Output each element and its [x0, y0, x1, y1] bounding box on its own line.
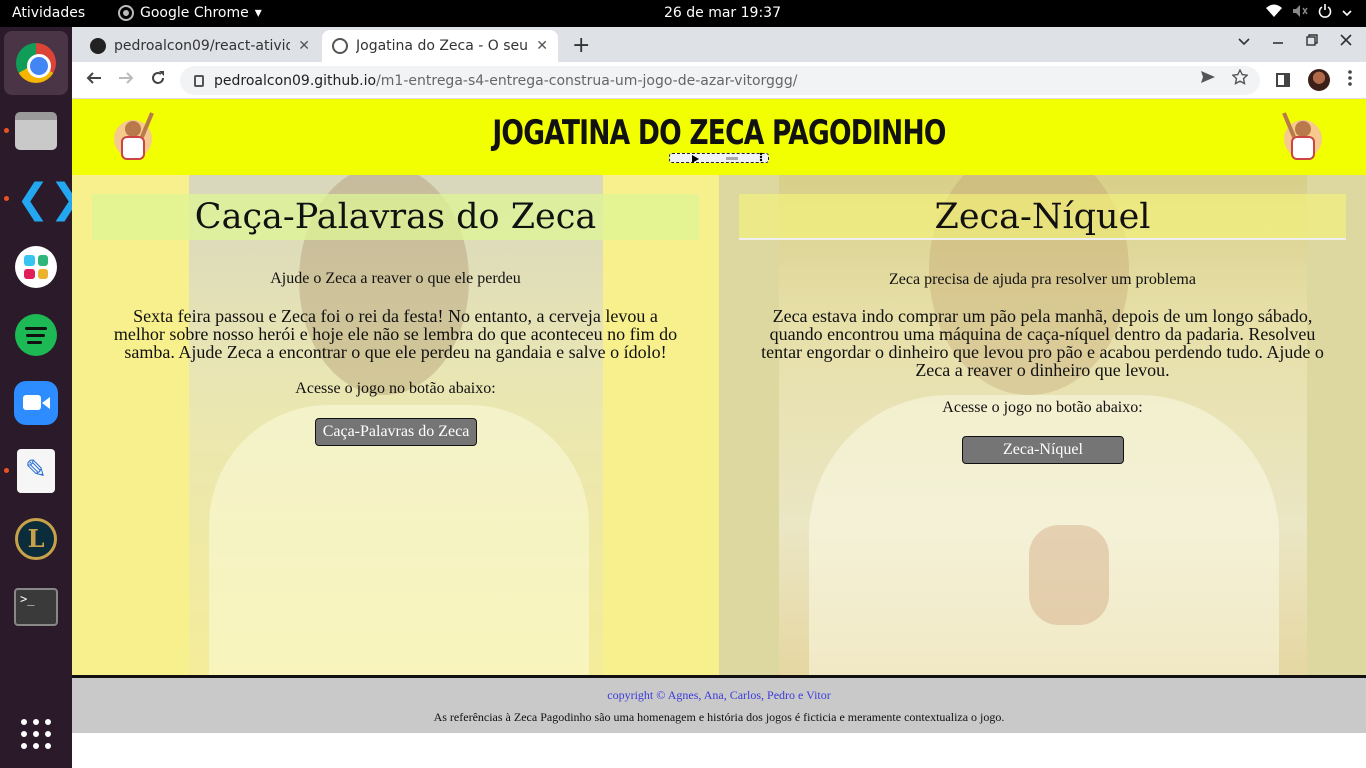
system-top-bar: Atividades Google Chrome ▾ 26 de mar 19:…: [0, 0, 1366, 27]
game-title: Zeca-Níquel: [739, 194, 1346, 240]
tab-jogatina[interactable]: Jogatina do Zeca - O seu s ✕: [322, 30, 558, 62]
forward-arrow-icon[interactable]: [118, 70, 134, 91]
game-title: Caça-Palavras do Zeca: [92, 194, 699, 240]
tab-search-icon[interactable]: [1238, 34, 1250, 50]
spotify-icon: [15, 314, 57, 356]
chrome-launcher[interactable]: [4, 31, 68, 95]
window-controls: [1238, 34, 1352, 50]
files-launcher[interactable]: [13, 108, 59, 154]
site-title: JOGATINA DO ZECA PAGODINHO: [492, 113, 946, 153]
chrome-small-icon: [118, 5, 134, 21]
chrome-icon: [16, 43, 56, 83]
game-access-hint: Acesse o jogo no botão abaixo:: [295, 380, 496, 397]
bookmark-star-icon[interactable]: [1231, 68, 1249, 90]
reload-icon[interactable]: [150, 70, 166, 91]
game-subtitle: Zeca precisa de ajuda pra resolver um pr…: [889, 271, 1196, 288]
site-footer: copyright © Agnes, Ana, Carlos, Pedro e …: [72, 675, 1366, 733]
audio-progress-bar[interactable]: [726, 157, 738, 160]
play-icon[interactable]: [692, 155, 699, 163]
vscode-icon: ❮❯: [16, 176, 84, 222]
show-apps-button[interactable]: [13, 711, 59, 757]
game-access-hint: Acesse o jogo no botão abaixo:: [942, 399, 1143, 416]
audio-options-icon[interactable]: [758, 152, 764, 164]
show-apps-icon: [21, 719, 51, 749]
close-icon[interactable]: ✕: [536, 38, 548, 54]
clock[interactable]: 26 de mar 19:37: [664, 5, 781, 21]
zeca-cartoon-logo-right: [1282, 112, 1322, 160]
site-header: JOGATINA DO ZECA PAGODINHO: [72, 99, 1366, 175]
web-page: JOGATINA DO ZECA PAGODINHO Caça-Palavras…: [72, 99, 1366, 768]
power-icon: [1318, 4, 1332, 22]
slack-icon: [15, 246, 57, 288]
running-indicator: [4, 468, 9, 473]
disclaimer-text: As referências à Zeca Pagodinho são uma …: [433, 710, 1005, 724]
close-icon[interactable]: ✕: [298, 38, 310, 54]
text-editor-icon: [17, 449, 55, 493]
text-editor-launcher[interactable]: [13, 448, 59, 494]
running-indicator: [4, 128, 9, 133]
system-tray[interactable]: [1266, 4, 1352, 22]
url-path: /m1-entrega-s4-entrega-construa-um-jogo-…: [376, 72, 798, 89]
zeca-cartoon-logo-left: [114, 112, 154, 160]
copyright-link[interactable]: copyright © Agnes, Ana, Carlos, Pedro e …: [72, 688, 1366, 703]
league-of-legends-launcher[interactable]: L: [13, 516, 59, 562]
side-panel-icon[interactable]: [1276, 73, 1290, 87]
running-indicator: [4, 196, 9, 201]
browser-toolbar: pedroalcon09.github.io/m1-entrega-s4-ent…: [72, 62, 1366, 99]
play-caca-palavras-button[interactable]: Caça-Palavras do Zeca: [315, 418, 477, 446]
terminal-launcher[interactable]: >_: [13, 584, 59, 630]
wifi-icon: [1266, 4, 1282, 22]
address-bar[interactable]: pedroalcon09.github.io/m1-entrega-s4-ent…: [180, 66, 1260, 95]
game-card-caca-palavras: Caça-Palavras do Zeca Ajude o Zeca a rea…: [72, 175, 719, 675]
league-of-legends-icon: L: [15, 518, 57, 560]
terminal-icon: >_: [14, 588, 58, 626]
dock: ❮❯ L >_: [0, 27, 84, 768]
zoom-launcher[interactable]: [13, 380, 59, 426]
game-card-zeca-niquel: Zeca-Níquel Zeca precisa de ajuda pra re…: [719, 175, 1366, 675]
play-zeca-niquel-button[interactable]: Zeca-Níquel: [962, 436, 1124, 464]
restore-icon[interactable]: [1306, 34, 1318, 50]
vscode-launcher[interactable]: ❮❯: [13, 176, 84, 222]
url-host: pedroalcon09.github.io: [214, 72, 377, 89]
tab-strip: pedroalcon09/react-ativid ✕ Jogatina do …: [72, 27, 1366, 62]
spotify-launcher[interactable]: [13, 312, 59, 358]
chevron-down-icon: [1342, 5, 1352, 21]
audio-player[interactable]: [669, 152, 769, 164]
files-icon: [15, 112, 57, 150]
github-icon: [90, 38, 106, 54]
chevron-down-icon: ▾: [254, 5, 262, 21]
lock-icon: [194, 74, 204, 87]
zoom-icon: [14, 381, 58, 425]
tab-github[interactable]: pedroalcon09/react-ativid ✕: [80, 30, 320, 62]
tab-title: Jogatina do Zeca - O seu s: [356, 38, 529, 54]
app-menu[interactable]: Google Chrome ▾: [118, 5, 262, 21]
minimize-icon[interactable]: [1272, 34, 1284, 50]
game-story: Sexta feira passou e Zeca foi o rei da f…: [113, 306, 678, 362]
globe-icon: [332, 38, 348, 54]
slack-launcher[interactable]: [13, 244, 59, 290]
zeca-photo-thumbs-up: [779, 175, 1307, 675]
close-window-icon[interactable]: [1340, 34, 1352, 50]
volume-icon: [1292, 4, 1308, 22]
new-tab-button[interactable]: +: [572, 33, 590, 58]
tab-title: pedroalcon09/react-ativid: [114, 38, 291, 54]
toolbar-actions: [1276, 69, 1352, 91]
kebab-menu-icon[interactable]: [1348, 70, 1352, 90]
profile-avatar[interactable]: [1308, 69, 1330, 91]
game-story: Zeca estava indo comprar um pão pela man…: [761, 306, 1324, 380]
game-subtitle: Ajude o Zeca a reaver o que ele perdeu: [270, 270, 521, 287]
back-arrow-icon[interactable]: [86, 70, 102, 91]
activities-button[interactable]: Atividades: [12, 5, 85, 21]
send-icon[interactable]: [1200, 69, 1216, 88]
app-menu-label: Google Chrome: [140, 5, 249, 21]
